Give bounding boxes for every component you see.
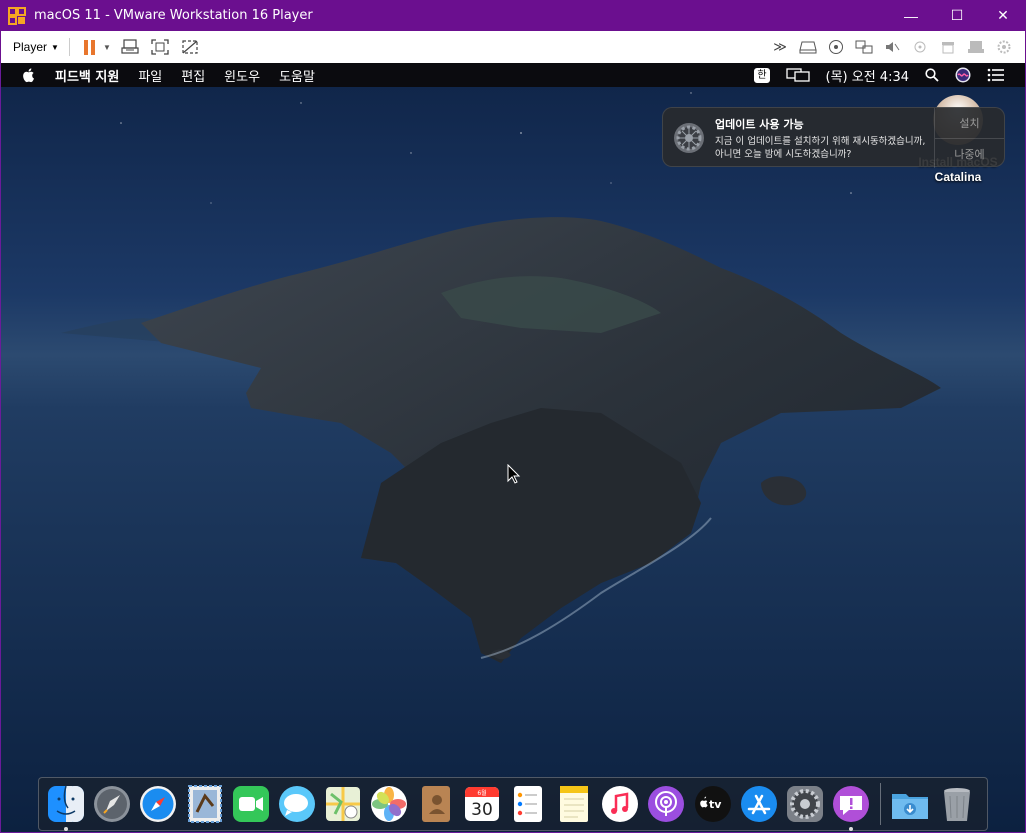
maximize-button[interactable]: ☐ [934, 0, 980, 31]
send-ctrl-alt-del-icon[interactable] [119, 36, 141, 58]
siri-icon[interactable] [955, 67, 971, 83]
menu-help[interactable]: 도움말 [279, 66, 315, 85]
system-preferences-icon[interactable] [785, 784, 825, 824]
facetime-icon[interactable] [231, 784, 271, 824]
podcasts-icon[interactable] [646, 784, 686, 824]
menubar-clock[interactable]: (목) 오전 4:34 [826, 66, 909, 85]
usb-icon[interactable] [909, 36, 931, 58]
sound-icon[interactable] [881, 36, 903, 58]
minimize-button[interactable]: — [888, 0, 934, 31]
system-preferences-gear-icon [674, 123, 704, 153]
downloads-folder-icon[interactable] [890, 784, 930, 824]
pause-icon[interactable] [83, 39, 95, 55]
feedback-assistant-icon[interactable] [831, 784, 871, 831]
settings-icon[interactable] [993, 36, 1015, 58]
menu-app-name[interactable]: 피드백 지원 [55, 66, 119, 85]
input-source-indicator[interactable]: 한 [754, 67, 770, 83]
chevron-down-icon: ▼ [51, 42, 59, 52]
apple-logo-icon[interactable] [21, 67, 37, 83]
tv-icon[interactable]: tv [693, 784, 733, 824]
maps-icon[interactable] [323, 784, 363, 824]
spotlight-search-icon[interactable] [925, 68, 939, 82]
menu-file[interactable]: 파일 [138, 66, 162, 85]
fullscreen-icon[interactable] [149, 36, 171, 58]
running-indicator [64, 827, 68, 831]
cd-icon[interactable] [825, 36, 847, 58]
calendar-icon[interactable]: 6월 30 [462, 784, 502, 824]
network-icon[interactable] [853, 36, 875, 58]
window-titlebar: macOS 11 - VMware Workstation 16 Player … [0, 0, 1026, 31]
finder-icon[interactable] [46, 784, 86, 831]
tv-label: tv [709, 798, 722, 811]
contacts-icon[interactable] [416, 784, 456, 824]
photos-icon[interactable] [369, 784, 409, 824]
catalina-wallpaper [1, 63, 1025, 832]
unity-icon[interactable] [179, 36, 201, 58]
player-menu-label: Player [13, 40, 48, 54]
guest-screen[interactable]: 피드백 지원 파일 편집 윈도우 도움말 한 (목) 오전 4:34 Catal… [1, 63, 1025, 832]
music-icon[interactable] [600, 784, 640, 824]
notification-message: 지금 이 업데이트를 설치하기 위해 재시동하겠습니까, 아니면 오늘 밤에 시… [715, 136, 926, 160]
toolbar-divider [68, 38, 70, 56]
vmware-logo-icon [8, 6, 26, 25]
notification-title: 업데이트 사용 가능 [715, 118, 804, 131]
calendar-month-label: 6월 [477, 789, 486, 797]
app-store-icon[interactable] [739, 784, 779, 824]
macos-menubar: 피드백 지원 파일 편집 윈도우 도움말 한 (목) 오전 4:34 [1, 63, 1025, 87]
messages-icon[interactable] [277, 784, 317, 824]
later-button[interactable]: 나중에 [935, 138, 1004, 168]
update-notification[interactable]: 업데이트 사용 가능 지금 이 업데이트를 설치하기 위해 재시동하겠습니까, … [662, 107, 1005, 168]
menu-edit[interactable]: 편집 [181, 66, 205, 85]
printer-icon[interactable] [937, 36, 959, 58]
menu-window[interactable]: 윈도우 [224, 66, 260, 85]
notes-icon[interactable] [554, 784, 594, 824]
launchpad-icon[interactable] [92, 784, 132, 824]
dock-separator [880, 783, 882, 825]
trash-icon[interactable] [937, 784, 977, 824]
safari-icon[interactable] [138, 784, 178, 824]
player-menu[interactable]: Player ▼ [13, 40, 59, 54]
mail-icon[interactable] [185, 784, 225, 824]
hard-disk-icon[interactable] [797, 36, 819, 58]
mouse-cursor-icon [507, 464, 521, 484]
calendar-day-label: 30 [471, 800, 493, 820]
camera-icon[interactable] [965, 36, 987, 58]
close-button[interactable]: ✕ [980, 0, 1026, 31]
running-indicator [849, 827, 854, 831]
dock: 6월 30 tv [38, 777, 988, 831]
display-mirroring-icon[interactable] [785, 68, 810, 82]
more-icon[interactable]: ≫ [769, 36, 791, 58]
vmware-toolbar: Player ▼ ▼ ≫ [0, 31, 1026, 63]
install-button[interactable]: 설치 [935, 108, 1004, 138]
notification-center-icon[interactable] [987, 68, 1005, 82]
reminders-icon[interactable] [508, 784, 548, 824]
pause-dropdown-icon[interactable]: ▼ [103, 43, 111, 52]
window-title: macOS 11 - VMware Workstation 16 Player [34, 8, 313, 23]
